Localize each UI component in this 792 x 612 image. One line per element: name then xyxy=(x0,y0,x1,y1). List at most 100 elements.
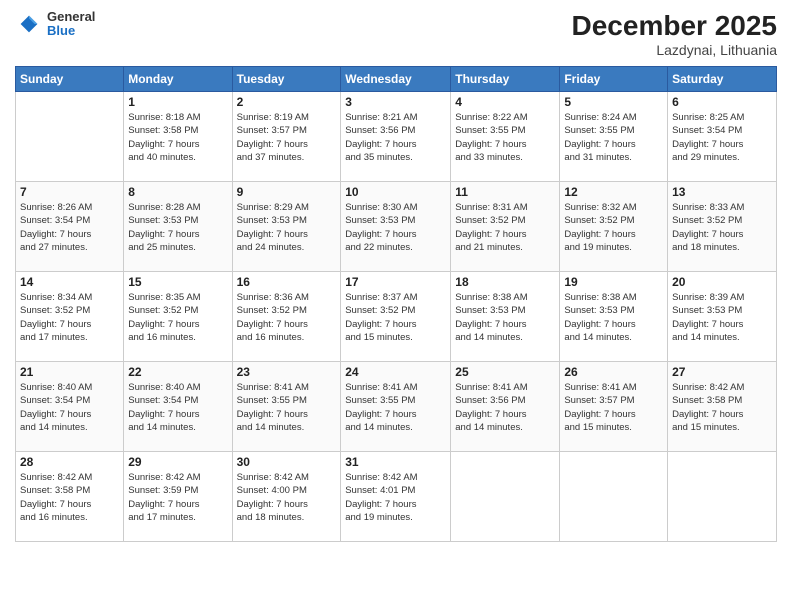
day-info: Sunrise: 8:34 AM Sunset: 3:52 PM Dayligh… xyxy=(20,291,119,344)
day-info: Sunrise: 8:37 AM Sunset: 3:52 PM Dayligh… xyxy=(345,291,446,344)
calendar-cell: 3Sunrise: 8:21 AM Sunset: 3:56 PM Daylig… xyxy=(341,92,451,182)
weekday-header-thursday: Thursday xyxy=(451,67,560,92)
day-number: 13 xyxy=(672,185,772,199)
day-info: Sunrise: 8:21 AM Sunset: 3:56 PM Dayligh… xyxy=(345,111,446,164)
calendar-cell: 6Sunrise: 8:25 AM Sunset: 3:54 PM Daylig… xyxy=(668,92,777,182)
day-number: 7 xyxy=(20,185,119,199)
day-number: 18 xyxy=(455,275,555,289)
day-info: Sunrise: 8:41 AM Sunset: 3:55 PM Dayligh… xyxy=(237,381,337,434)
day-number: 6 xyxy=(672,95,772,109)
day-info: Sunrise: 8:40 AM Sunset: 3:54 PM Dayligh… xyxy=(20,381,119,434)
day-number: 4 xyxy=(455,95,555,109)
weekday-header-monday: Monday xyxy=(124,67,232,92)
calendar-cell: 21 Sunrise: 8:40 AM Sunset: 3:54 PM Dayli… xyxy=(16,362,124,452)
calendar-cell xyxy=(560,452,668,542)
day-number: 30 xyxy=(237,455,337,469)
calendar-cell: 28 Sunrise: 8:42 AM Sunset: 3:58 PM Dayli… xyxy=(16,452,124,542)
page: General Blue December 2025 Lazdynai, Lit… xyxy=(0,0,792,612)
calendar-cell xyxy=(668,452,777,542)
day-number: 16 xyxy=(237,275,337,289)
calendar-cell: 17 Sunrise: 8:37 AM Sunset: 3:52 PM Dayli… xyxy=(341,272,451,362)
day-info: Sunrise: 8:35 AM Sunset: 3:52 PM Dayligh… xyxy=(128,291,227,344)
day-info: Sunrise: 8:42 AM Sunset: 3:58 PM Dayligh… xyxy=(672,381,772,434)
day-number: 24 xyxy=(345,365,446,379)
day-info: Sunrise: 8:24 AM Sunset: 3:55 PM Dayligh… xyxy=(564,111,663,164)
calendar-cell: 24 Sunrise: 8:41 AM Sunset: 3:55 PM Dayli… xyxy=(341,362,451,452)
logo: General Blue xyxy=(15,10,95,39)
logo-text: General Blue xyxy=(47,10,95,39)
day-info: Sunrise: 8:22 AM Sunset: 3:55 PM Dayligh… xyxy=(455,111,555,164)
day-number: 27 xyxy=(672,365,772,379)
weekday-header-tuesday: Tuesday xyxy=(232,67,341,92)
day-number: 10 xyxy=(345,185,446,199)
calendar-cell: 1Sunrise: 8:18 AM Sunset: 3:58 PM Daylig… xyxy=(124,92,232,182)
calendar-cell: 22Sunrise: 8:40 AM Sunset: 3:54 PM Dayli… xyxy=(124,362,232,452)
calendar-cell: 10 Sunrise: 8:30 AM Sunset: 3:53 PM Dayli… xyxy=(341,182,451,272)
calendar-cell: 14 Sunrise: 8:34 AM Sunset: 3:52 PM Dayli… xyxy=(16,272,124,362)
header: General Blue December 2025 Lazdynai, Lit… xyxy=(15,10,777,58)
calendar-cell xyxy=(451,452,560,542)
day-number: 2 xyxy=(237,95,337,109)
day-info: Sunrise: 8:42 AM Sunset: 3:59 PM Dayligh… xyxy=(128,471,227,524)
logo-blue-text: Blue xyxy=(47,24,95,38)
calendar-cell: 7Sunrise: 8:26 AM Sunset: 3:54 PM Daylig… xyxy=(16,182,124,272)
day-number: 21 xyxy=(20,365,119,379)
week-row-3: 21 Sunrise: 8:40 AM Sunset: 3:54 PM Dayli… xyxy=(16,362,777,452)
calendar-cell: 9Sunrise: 8:29 AM Sunset: 3:53 PM Daylig… xyxy=(232,182,341,272)
day-number: 20 xyxy=(672,275,772,289)
calendar-cell: 12Sunrise: 8:32 AM Sunset: 3:52 PM Dayli… xyxy=(560,182,668,272)
calendar-cell: 27 Sunrise: 8:42 AM Sunset: 3:58 PM Dayli… xyxy=(668,362,777,452)
day-info: Sunrise: 8:30 AM Sunset: 3:53 PM Dayligh… xyxy=(345,201,446,254)
calendar-cell xyxy=(16,92,124,182)
day-info: Sunrise: 8:39 AM Sunset: 3:53 PM Dayligh… xyxy=(672,291,772,344)
logo-icon xyxy=(15,10,43,38)
day-info: Sunrise: 8:36 AM Sunset: 3:52 PM Dayligh… xyxy=(237,291,337,344)
day-info: Sunrise: 8:40 AM Sunset: 3:54 PM Dayligh… xyxy=(128,381,227,434)
weekday-header-sunday: Sunday xyxy=(16,67,124,92)
calendar-table: SundayMondayTuesdayWednesdayThursdayFrid… xyxy=(15,66,777,542)
day-number: 15 xyxy=(128,275,227,289)
day-number: 26 xyxy=(564,365,663,379)
calendar-cell: 16 Sunrise: 8:36 AM Sunset: 3:52 PM Dayli… xyxy=(232,272,341,362)
calendar-cell: 11Sunrise: 8:31 AM Sunset: 3:52 PM Dayli… xyxy=(451,182,560,272)
day-info: Sunrise: 8:32 AM Sunset: 3:52 PM Dayligh… xyxy=(564,201,663,254)
calendar-cell: 8 Sunrise: 8:28 AM Sunset: 3:53 PM Daylig… xyxy=(124,182,232,272)
week-row-2: 14 Sunrise: 8:34 AM Sunset: 3:52 PM Dayli… xyxy=(16,272,777,362)
day-number: 25 xyxy=(455,365,555,379)
day-info: Sunrise: 8:41 AM Sunset: 3:55 PM Dayligh… xyxy=(345,381,446,434)
day-number: 31 xyxy=(345,455,446,469)
day-info: Sunrise: 8:42 AM Sunset: 4:01 PM Dayligh… xyxy=(345,471,446,524)
week-row-0: 1Sunrise: 8:18 AM Sunset: 3:58 PM Daylig… xyxy=(16,92,777,182)
weekday-header-saturday: Saturday xyxy=(668,67,777,92)
day-number: 11 xyxy=(455,185,555,199)
calendar-cell: 18Sunrise: 8:38 AM Sunset: 3:53 PM Dayli… xyxy=(451,272,560,362)
day-number: 28 xyxy=(20,455,119,469)
day-info: Sunrise: 8:42 AM Sunset: 3:58 PM Dayligh… xyxy=(20,471,119,524)
day-info: Sunrise: 8:38 AM Sunset: 3:53 PM Dayligh… xyxy=(564,291,663,344)
logo-general-text: General xyxy=(47,10,95,24)
day-number: 17 xyxy=(345,275,446,289)
calendar-cell: 31 Sunrise: 8:42 AM Sunset: 4:01 PM Dayli… xyxy=(341,452,451,542)
weekday-header-wednesday: Wednesday xyxy=(341,67,451,92)
calendar-cell: 2Sunrise: 8:19 AM Sunset: 3:57 PM Daylig… xyxy=(232,92,341,182)
week-row-1: 7Sunrise: 8:26 AM Sunset: 3:54 PM Daylig… xyxy=(16,182,777,272)
calendar-location: Lazdynai, Lithuania xyxy=(572,42,777,58)
day-number: 23 xyxy=(237,365,337,379)
calendar-cell: 5Sunrise: 8:24 AM Sunset: 3:55 PM Daylig… xyxy=(560,92,668,182)
day-number: 9 xyxy=(237,185,337,199)
calendar-cell: 29 Sunrise: 8:42 AM Sunset: 3:59 PM Dayli… xyxy=(124,452,232,542)
day-number: 19 xyxy=(564,275,663,289)
calendar-cell: 19 Sunrise: 8:38 AM Sunset: 3:53 PM Dayli… xyxy=(560,272,668,362)
day-info: Sunrise: 8:41 AM Sunset: 3:57 PM Dayligh… xyxy=(564,381,663,434)
title-block: December 2025 Lazdynai, Lithuania xyxy=(572,10,777,58)
day-info: Sunrise: 8:28 AM Sunset: 3:53 PM Dayligh… xyxy=(128,201,227,254)
day-number: 29 xyxy=(128,455,227,469)
day-number: 8 xyxy=(128,185,227,199)
calendar-cell: 25 Sunrise: 8:41 AM Sunset: 3:56 PM Dayli… xyxy=(451,362,560,452)
day-info: Sunrise: 8:41 AM Sunset: 3:56 PM Dayligh… xyxy=(455,381,555,434)
calendar-cell: 26 Sunrise: 8:41 AM Sunset: 3:57 PM Dayli… xyxy=(560,362,668,452)
day-number: 14 xyxy=(20,275,119,289)
day-number: 1 xyxy=(128,95,227,109)
day-info: Sunrise: 8:33 AM Sunset: 3:52 PM Dayligh… xyxy=(672,201,772,254)
calendar-cell: 20 Sunrise: 8:39 AM Sunset: 3:53 PM Dayli… xyxy=(668,272,777,362)
